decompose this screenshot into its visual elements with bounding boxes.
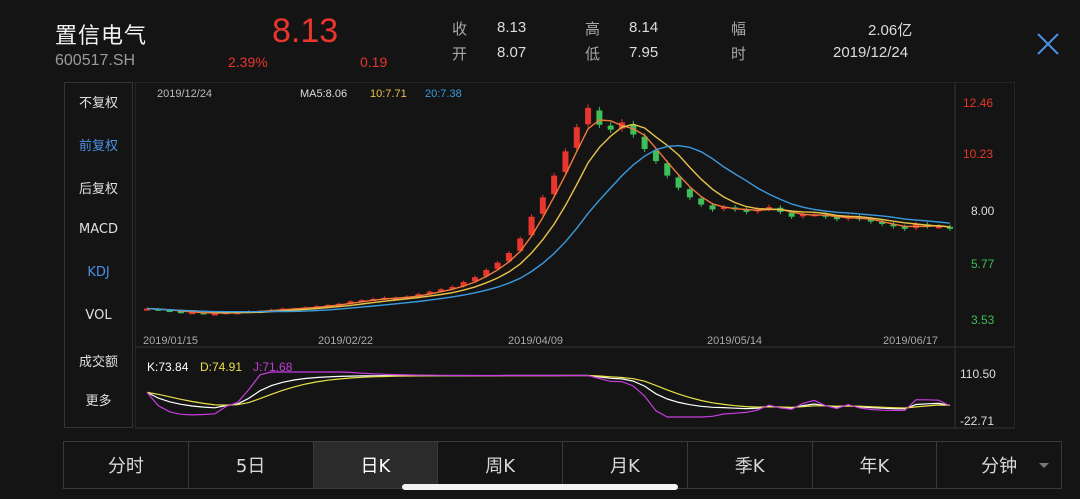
close-label: 收: [452, 20, 468, 38]
kdj-k-label: K:73.84: [147, 360, 189, 374]
tab-label: 5日: [235, 456, 266, 477]
menu-backward-adjust[interactable]: 后复权: [65, 178, 132, 197]
menu-macd[interactable]: MACD: [65, 222, 132, 237]
date-axis-tick: 2019/01/15: [143, 335, 198, 347]
tab-weekly-k[interactable]: 周K: [438, 442, 563, 488]
ma10-label: 10:7.71: [370, 88, 407, 100]
indicator-menu: 不复权 前复权 后复权 MACD KDJ VOL 成交额 更多: [64, 82, 133, 428]
ma20-line: [146, 144, 951, 313]
tab-label: 日K: [360, 456, 391, 477]
change-amount: 0.19: [360, 54, 388, 70]
price-axis-tick: 12.46: [963, 96, 993, 110]
ma5-label: MA5:8.06: [300, 88, 347, 100]
candle-body: [596, 110, 603, 125]
tab-label: 分钟: [981, 456, 1018, 477]
ma10-line: [146, 123, 951, 314]
period-tab-bar: 分时 5日 日K 周K 月K 季K 年K 分钟: [63, 441, 1062, 489]
menu-no-adjust[interactable]: 不复权: [65, 92, 132, 111]
tab-label: 年K: [859, 456, 890, 477]
date-label: 时: [731, 45, 747, 63]
tab-daily-k[interactable]: 日K: [313, 442, 439, 488]
open-label: 开: [452, 45, 468, 63]
close-icon[interactable]: [1032, 28, 1064, 60]
candle-body: [573, 127, 580, 148]
current-price: 8.13: [272, 12, 339, 50]
menu-turnover[interactable]: 成交额: [65, 351, 132, 370]
kdj-k-line: [146, 374, 951, 410]
change-percent: 2.39%: [228, 54, 268, 70]
price-axis-tick: 10.23: [963, 147, 993, 161]
ma5-line: [146, 119, 951, 314]
high-label: 高: [585, 20, 601, 38]
amount-label: 幅: [731, 20, 747, 38]
price-axis-tick: 5.77: [971, 257, 995, 271]
chart-top-date: 2019/12/24: [157, 88, 212, 100]
candle-body: [788, 212, 795, 217]
stock-chart[interactable]: 2019/12/24 MA5:8.06 10:7.71 20:7.38 12.4…: [135, 82, 1015, 434]
candle-body: [652, 150, 659, 162]
candle-body: [562, 151, 569, 172]
kdj-axis-tick: -22.71: [960, 414, 994, 428]
kdj-d-label: D:74.91: [200, 360, 242, 374]
stock-code: 600517.SH: [55, 52, 136, 69]
candle-body: [585, 107, 592, 125]
low-label: 低: [585, 45, 601, 63]
kdj-lines: [146, 371, 951, 418]
kdj-j-line: [146, 371, 951, 418]
amount-value: 2.06亿: [868, 22, 913, 39]
date-axis-tick: 2019/06/17: [883, 335, 938, 347]
menu-vol[interactable]: VOL: [65, 308, 132, 323]
date-value: 2019/12/24: [833, 44, 909, 61]
menu-more[interactable]: 更多: [65, 390, 132, 409]
price-axis-tick: 8.00: [971, 204, 995, 218]
open-value: 8.07: [497, 44, 527, 61]
low-value: 7.95: [629, 44, 659, 61]
tab-label: 月K: [609, 456, 640, 477]
date-axis-tick: 2019/02/22: [318, 335, 373, 347]
candle-body: [675, 177, 682, 188]
candlestick-series: [144, 104, 953, 316]
candle-body: [709, 205, 716, 210]
tab-intraday[interactable]: 分时: [64, 442, 189, 488]
tab-yearly-k[interactable]: 年K: [813, 442, 938, 488]
candle-body: [539, 197, 546, 214]
candle-body: [607, 125, 614, 130]
tab-minute[interactable]: 分钟: [937, 442, 1061, 488]
menu-forward-adjust[interactable]: 前复权: [65, 135, 132, 154]
candle-body: [698, 198, 705, 205]
tab-label: 季K: [734, 456, 765, 477]
candle-body: [686, 189, 693, 198]
high-value: 8.14: [629, 19, 659, 36]
chevron-down-icon: [1039, 463, 1049, 468]
menu-kdj[interactable]: KDJ: [65, 265, 132, 280]
close-value: 8.13: [497, 19, 527, 36]
kdj-axis-tick: 110.50: [960, 367, 996, 381]
tab-label: 周K: [485, 456, 516, 477]
tab-quarterly-k[interactable]: 季K: [688, 442, 813, 488]
kdj-d-line: [146, 374, 951, 409]
stock-name: 置信电气: [55, 24, 148, 49]
tab-label: 分时: [107, 456, 144, 477]
ma-lines: [146, 119, 951, 314]
home-indicator: [402, 484, 678, 490]
tab-5day[interactable]: 5日: [189, 442, 314, 488]
tab-monthly-k[interactable]: 月K: [563, 442, 688, 488]
date-axis-tick: 2019/05/14: [707, 335, 762, 347]
date-axis-tick: 2019/04/09: [508, 335, 563, 347]
ma20-label: 20:7.38: [425, 88, 462, 100]
kdj-j-label: J:71.68: [253, 360, 293, 374]
price-axis-tick: 3.53: [971, 313, 995, 327]
